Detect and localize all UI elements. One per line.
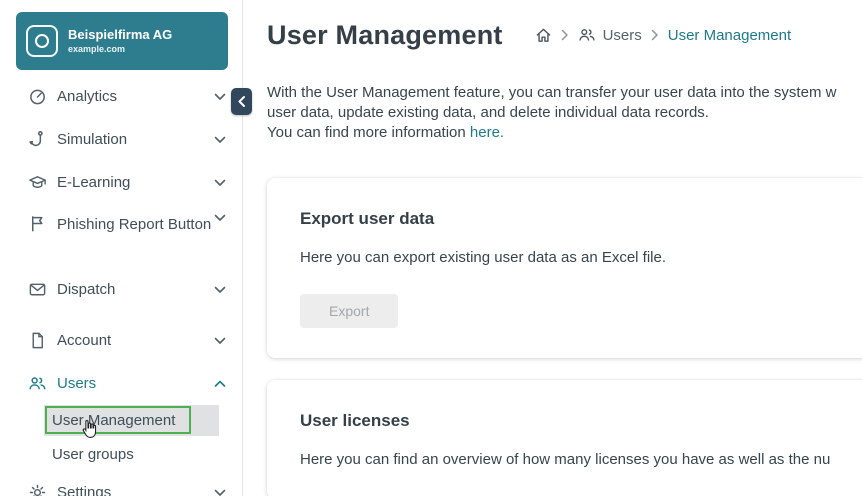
org-logo-icon bbox=[26, 25, 58, 57]
sidebar: Beispielfirma AG example.com Analytics S… bbox=[0, 0, 243, 496]
sidebar-item-users[interactable]: Users bbox=[0, 362, 242, 405]
chevron-down-icon bbox=[212, 337, 228, 345]
main-content: User Management Users User Managem bbox=[244, 0, 862, 496]
breadcrumb-users-label: Users bbox=[603, 27, 642, 44]
org-name: Beispielfirma AG bbox=[68, 27, 172, 43]
card-title: User licenses bbox=[300, 410, 862, 432]
chevron-down-icon bbox=[212, 136, 228, 144]
chevron-down-icon bbox=[212, 93, 228, 101]
sidebar-item-elearning[interactable]: E-Learning bbox=[0, 161, 242, 204]
breadcrumb: Users User Management bbox=[535, 26, 792, 44]
gauge-icon bbox=[28, 87, 47, 106]
page-title: User Management bbox=[267, 17, 503, 53]
document-icon bbox=[28, 331, 47, 350]
sidebar-item-label: Phishing Report Button bbox=[57, 214, 212, 235]
sidebar-item-label: Analytics bbox=[57, 86, 212, 107]
sidebar-item-label: Settings bbox=[57, 482, 212, 496]
export-button[interactable]: Export bbox=[300, 294, 398, 328]
intro-line-3: You can find more information here. bbox=[267, 123, 862, 143]
card-body: Here you can export existing user data a… bbox=[300, 249, 862, 267]
intro-line-1: With the User Management feature, you ca… bbox=[267, 83, 862, 103]
sidebar-subitem-label: User groups bbox=[52, 446, 134, 463]
chevron-up-icon bbox=[212, 380, 228, 388]
chevron-down-icon bbox=[212, 179, 228, 187]
sidebar-subitem-user-management[interactable]: User Management bbox=[44, 405, 219, 436]
chevron-down-icon bbox=[212, 489, 228, 496]
home-icon[interactable] bbox=[535, 27, 552, 44]
gear-icon bbox=[28, 483, 47, 496]
sidebar-subitem-user-groups[interactable]: User groups bbox=[0, 438, 242, 471]
sidebar-item-analytics[interactable]: Analytics bbox=[0, 75, 242, 118]
hand-pointer-icon bbox=[80, 419, 97, 443]
graduation-cap-icon bbox=[28, 173, 47, 192]
export-user-data-card: Export user data Here you can export exi… bbox=[267, 178, 862, 358]
sidebar-item-account[interactable]: Account bbox=[0, 319, 242, 362]
breadcrumb-current: User Management bbox=[668, 27, 791, 44]
envelope-icon bbox=[28, 280, 47, 299]
sidebar-item-phishing-report-button[interactable]: Phishing Report Button bbox=[0, 204, 242, 268]
chevron-down-icon bbox=[212, 286, 228, 294]
chevron-left-icon bbox=[237, 95, 246, 108]
sidebar-item-simulation[interactable]: Simulation bbox=[0, 118, 242, 161]
intro-text: With the User Management feature, you ca… bbox=[267, 83, 862, 143]
hook-icon bbox=[28, 130, 47, 149]
app-window: Beispielfirma AG example.com Analytics S… bbox=[0, 0, 862, 496]
sidebar-collapse-button[interactable] bbox=[231, 88, 252, 115]
flag-icon bbox=[28, 214, 47, 233]
sidebar-item-label: E-Learning bbox=[57, 172, 212, 193]
menu-divider bbox=[0, 311, 242, 319]
sidebar-menu: Analytics Simulation E-Learning bbox=[0, 75, 242, 496]
org-domain: example.com bbox=[68, 44, 172, 55]
sidebar-subitem-label: User Management bbox=[52, 412, 175, 429]
chevron-down-icon bbox=[212, 214, 228, 222]
users-icon bbox=[28, 374, 47, 393]
card-title: Export user data bbox=[300, 208, 862, 230]
intro-line-2: user data, update existing data, and del… bbox=[267, 103, 862, 123]
sidebar-item-label: Account bbox=[57, 330, 212, 351]
card-body: Here you can find an overview of how man… bbox=[300, 451, 862, 469]
more-info-link[interactable]: here. bbox=[470, 124, 504, 141]
sidebar-item-label: Users bbox=[57, 373, 212, 394]
sidebar-item-label: Simulation bbox=[57, 129, 212, 150]
chevron-right-icon bbox=[561, 29, 569, 41]
sidebar-item-settings[interactable]: Settings bbox=[0, 471, 242, 496]
chevron-right-icon bbox=[651, 29, 659, 41]
user-licenses-card: User licenses Here you can find an overv… bbox=[267, 380, 862, 496]
sidebar-item-label: Dispatch bbox=[57, 279, 212, 300]
breadcrumb-users[interactable]: Users bbox=[578, 26, 642, 44]
org-card[interactable]: Beispielfirma AG example.com bbox=[16, 12, 228, 70]
sidebar-item-dispatch[interactable]: Dispatch bbox=[0, 268, 242, 311]
users-icon bbox=[578, 26, 596, 44]
